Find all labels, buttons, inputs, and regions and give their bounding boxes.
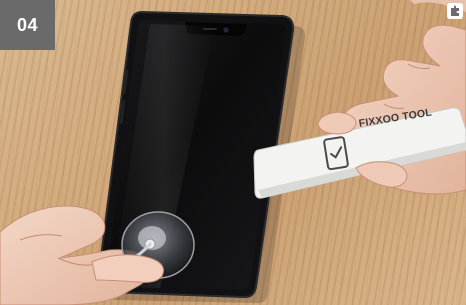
step-number-badge: 04 xyxy=(0,0,55,50)
phone-check-icon xyxy=(323,136,349,171)
puzzle-piece-icon[interactable] xyxy=(447,3,463,19)
phone-repair-photo xyxy=(0,0,466,305)
photo-scene: FIXXOO TOOL 04 xyxy=(0,0,466,305)
